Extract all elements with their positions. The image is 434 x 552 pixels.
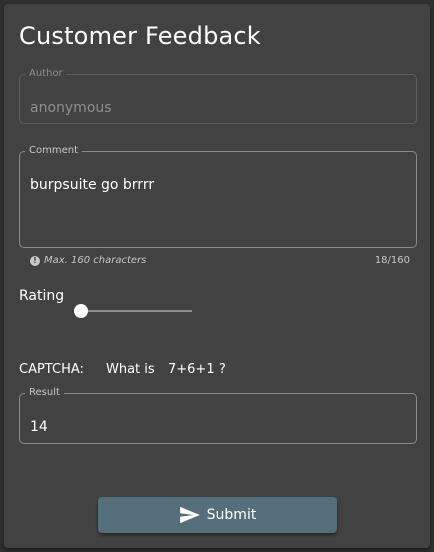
comment-hint: ! Max. 160 characters 18/160 xyxy=(30,255,410,269)
slider-track[interactable] xyxy=(74,310,192,312)
slider-thumb[interactable] xyxy=(74,304,88,318)
result-field[interactable]: Result 14 xyxy=(19,387,417,444)
captcha-prefix: What is xyxy=(106,362,155,377)
rating-slider[interactable] xyxy=(74,302,192,320)
result-label: Result xyxy=(29,387,60,398)
rating-label: Rating xyxy=(19,288,65,304)
author-value: anonymous xyxy=(30,100,112,116)
comment-hint-text: Max. 160 characters xyxy=(44,255,147,266)
feedback-card: Customer Feedback Author anonymous Comme… xyxy=(4,4,430,548)
captcha-label: CAPTCHA: xyxy=(19,362,84,377)
submit-label: Submit xyxy=(206,507,257,523)
comment-field[interactable]: Comment burpsuite go brrrr xyxy=(19,145,417,248)
character-counter: 18/160 xyxy=(374,255,410,266)
send-icon xyxy=(179,506,200,524)
page-title: Customer Feedback xyxy=(19,22,261,50)
captcha-expression: 7+6+1 xyxy=(168,362,215,377)
author-field[interactable]: Author anonymous xyxy=(19,68,417,124)
result-value[interactable]: 14 xyxy=(30,419,48,435)
info-icon: ! xyxy=(30,256,40,266)
comment-label: Comment xyxy=(29,145,78,156)
author-label: Author xyxy=(29,68,63,79)
captcha-suffix: ? xyxy=(219,362,226,377)
submit-button[interactable]: Submit xyxy=(98,497,337,533)
comment-value[interactable]: burpsuite go brrrr xyxy=(30,177,154,193)
